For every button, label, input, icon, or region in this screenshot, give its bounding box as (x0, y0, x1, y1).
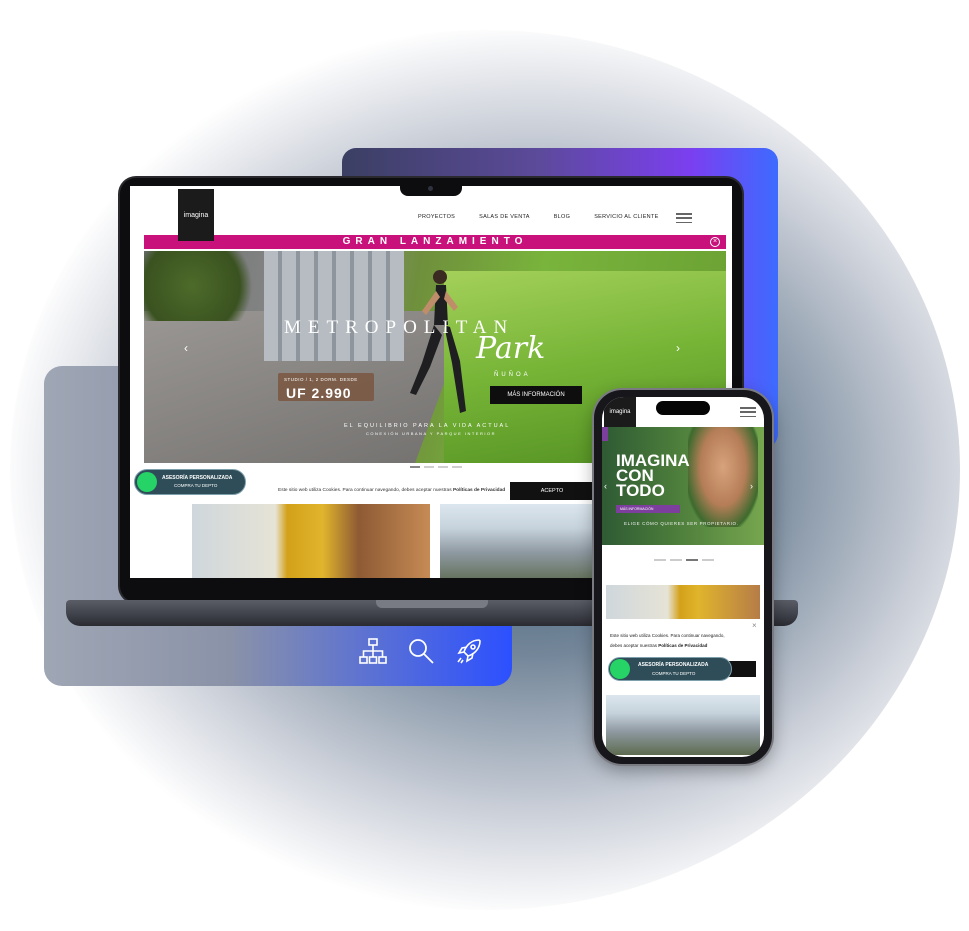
slider-dot[interactable] (410, 466, 420, 468)
hero-location: ÑUÑOA (494, 372, 531, 378)
slider-dot[interactable] (438, 466, 448, 468)
sitemap-icon (359, 638, 387, 664)
chevron-right-icon[interactable]: › (676, 341, 680, 355)
mobile-more-info-button[interactable]: MÁS INFORMACIÓN (616, 505, 680, 513)
mobile-whatsapp-subtitle: COMPRA TU DEPTO (652, 671, 696, 676)
privacy-policy-link[interactable]: Políticas de Privacidad (453, 488, 505, 493)
accept-cookies-button[interactable]: ACEPTO (510, 482, 594, 500)
slider-dot[interactable] (424, 466, 434, 468)
chevron-right-icon[interactable]: › (750, 481, 753, 491)
mobile-cookie-text-part: debes aceptar nuestras (610, 643, 658, 648)
whatsapp-icon[interactable] (137, 472, 157, 492)
mobile-cookie-text-2: debes aceptar nuestras Políticas de Priv… (610, 643, 707, 648)
nav-proyectos[interactable]: PROYECTOS (418, 214, 455, 220)
laptop-base-notch (376, 600, 488, 608)
mobile-cookie-text: Este sitio web utiliza Cookies. Para con… (610, 633, 725, 638)
project-thumbnail-interior[interactable] (192, 504, 430, 578)
slider-dot[interactable] (654, 559, 666, 561)
price-subtitle: STUDIO / 1, 2 DORM. DESDE (284, 377, 358, 382)
dynamic-island (656, 401, 710, 415)
mobile-project-thumbnail-building[interactable] (606, 695, 760, 755)
project-thumbnail-building[interactable] (440, 504, 600, 578)
nav-blog[interactable]: BLOG (554, 214, 570, 220)
mobile-hero-portrait (688, 427, 758, 527)
mobile-project-thumbnail-interior[interactable] (606, 585, 760, 619)
slider-dots (410, 466, 462, 468)
hero-script-title: Park (476, 331, 546, 366)
cookie-notice: Este sitio web utiliza Cookies. Para con… (278, 488, 505, 493)
hero-tagline: EL EQUILIBRIO PARA LA VIDA ACTUAL (344, 423, 511, 429)
more-info-button[interactable]: MÁS INFORMACIÓN (490, 386, 582, 404)
launch-banner: GRAN LANZAMIENTO (144, 235, 726, 249)
price-value: UF 2.990 (286, 385, 352, 401)
whatsapp-title: ASESORÍA PERSONALIZADA (162, 475, 233, 481)
site-logo[interactable]: imagina (178, 189, 214, 241)
whatsapp-subtitle: COMPRA TU DEPTO (174, 483, 218, 488)
main-nav: PROYECTOS SALAS DE VENTA BLOG SERVICIO A… (418, 214, 659, 220)
mobile-tagline: ELIGE CÓMO QUIERES SER PROPIETARIO. (624, 521, 739, 526)
mobile-whatsapp-title: ASESORÍA PERSONALIZADA (638, 662, 709, 668)
mobile-screen: imagina IMAGINA CON TODO MÁS INFORMACIÓN… (602, 397, 764, 757)
camera-icon (428, 186, 433, 191)
close-icon[interactable]: × (710, 237, 720, 247)
slider-dot[interactable] (686, 559, 698, 561)
nav-salas-de-venta[interactable]: SALAS DE VENTA (479, 214, 530, 220)
hero-subtagline: CONEXIÓN URBANA Y PARQUE INTERIOR (366, 431, 496, 436)
rocket-icon (457, 639, 481, 664)
slider-dot[interactable] (702, 559, 714, 561)
runner-figure (410, 270, 466, 413)
mobile-hero-title: IMAGINA CON TODO (616, 451, 690, 500)
hero-towers (264, 251, 404, 361)
feature-icons (358, 636, 484, 666)
mobile-slider-dots (654, 559, 714, 561)
cookie-text: Este sitio web utiliza Cookies. Para con… (278, 488, 452, 493)
nav-servicio-al-cliente[interactable]: SERVICIO AL CLIENTE (594, 214, 658, 220)
hero-trees (144, 251, 264, 321)
menu-icon[interactable] (676, 213, 692, 223)
close-icon[interactable]: × (752, 621, 757, 630)
chevron-left-icon[interactable]: ‹ (604, 481, 607, 491)
slider-dot[interactable] (670, 559, 682, 561)
showcase-stage: imagina PROYECTOS SALAS DE VENTA BLOG SE… (0, 0, 969, 931)
whatsapp-icon[interactable] (610, 659, 630, 679)
mobile-privacy-policy-link[interactable]: Políticas de Privacidad (658, 643, 707, 648)
menu-icon[interactable] (740, 407, 756, 417)
chevron-left-icon[interactable]: ‹ (184, 341, 188, 355)
mobile-accent-bar (602, 427, 608, 441)
search-icon (409, 639, 434, 664)
slider-dot[interactable] (452, 466, 462, 468)
mobile-logo[interactable]: imagina (604, 397, 636, 427)
